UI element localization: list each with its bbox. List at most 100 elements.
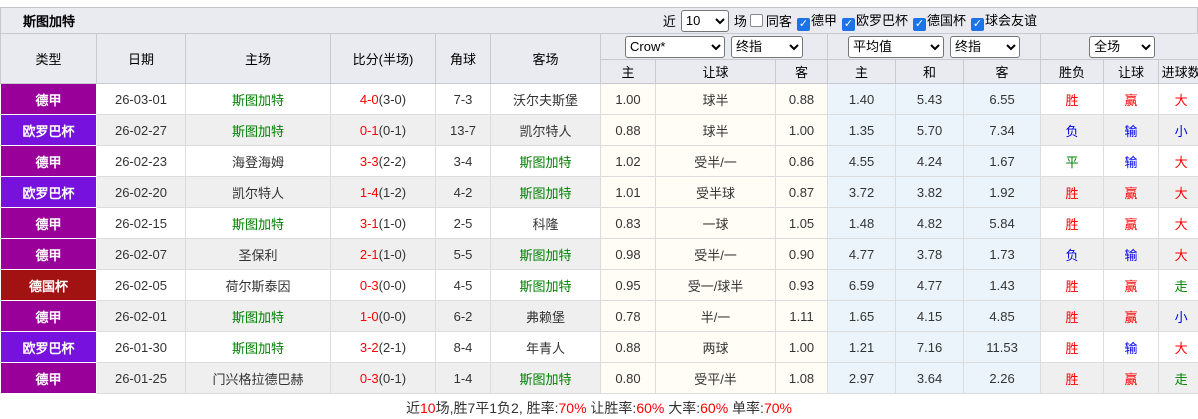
match-row: 欧罗巴杯 26-01-30 斯图加特 3-2(2-1) 8-4 年青人 0.88… xyxy=(0,331,1198,363)
col-header-score: 比分(半场) xyxy=(330,33,436,84)
league-filter-checkbox[interactable]: ✓ xyxy=(841,18,855,31)
match-result: 胜 xyxy=(1040,176,1105,208)
league-filter: ✓ 德国杯 xyxy=(912,13,966,31)
summary-segment: 大率: xyxy=(664,399,701,416)
match-score: 3-2(2-1) xyxy=(330,331,436,363)
goals-result: 大 xyxy=(1158,207,1198,239)
halftime-score: (0-1) xyxy=(378,370,407,386)
asian-home-odds: 1.02 xyxy=(600,145,656,177)
match-table-body: 德甲 26-03-01 斯图加特 4-0(3-0) 7-3 沃尔夫斯堡 1.00… xyxy=(0,83,1198,394)
home-team: 荷尔斯泰因 xyxy=(185,269,331,301)
odds-company-select[interactable]: Crow* xyxy=(625,35,726,58)
fulltime-score: 0-3 xyxy=(359,370,379,386)
same-venue-checkbox[interactable] xyxy=(749,14,763,27)
team-title: 斯图加特 xyxy=(23,14,76,29)
match-score: 1-4(1-2) xyxy=(330,176,436,208)
match-league-badge: 欧罗巴杯 xyxy=(0,114,97,146)
euro-away-odds: 7.34 xyxy=(963,114,1042,146)
handicap-result: 赢 xyxy=(1103,269,1160,301)
match-result: 胜 xyxy=(1040,331,1105,363)
euro-draw-odds: 5.43 xyxy=(895,83,965,115)
col-header-corner: 角球 xyxy=(435,33,491,84)
corner-score: 4-5 xyxy=(435,269,491,301)
euro-home-odds: 1.21 xyxy=(827,331,897,363)
subcol-asian-home: 主 xyxy=(600,59,656,84)
filter-controls: 近 10 场 同客 ✓ 德甲 ✓ 欧罗巴杯 ✓ 德国杯 ✓ 球会友谊 xyxy=(660,9,1197,32)
euro-home-odds: 4.55 xyxy=(827,145,897,177)
league-filter-checkbox[interactable]: ✓ xyxy=(912,18,926,31)
away-team: 科隆 xyxy=(490,207,601,239)
corner-score: 5-5 xyxy=(435,238,491,270)
fulltime-score: 1-4 xyxy=(359,184,379,200)
asian-home-odds: 0.98 xyxy=(600,238,656,270)
halftime-score: (2-2) xyxy=(378,153,407,169)
match-row: 欧罗巴杯 26-02-20 凯尔特人 1-4(1-2) 4-2 斯图加特 1.0… xyxy=(0,176,1198,208)
summary-segment: 60% xyxy=(636,399,665,416)
asian-away-odds: 0.88 xyxy=(774,83,829,115)
league-filter-checkbox[interactable]: ✓ xyxy=(970,18,984,31)
euro-home-odds: 4.77 xyxy=(827,238,897,270)
halftime-score: (0-0) xyxy=(378,308,407,324)
match-score: 3-3(2-2) xyxy=(330,145,436,177)
asian-home-odds: 1.01 xyxy=(600,176,656,208)
match-row: 德甲 26-02-01 斯图加特 1-0(0-0) 6-2 弗赖堡 0.78 半… xyxy=(0,300,1198,332)
halftime-score: (1-2) xyxy=(378,184,407,200)
euro-average-select[interactable]: 平均值 xyxy=(848,35,945,58)
fulltime-select[interactable]: 全场 xyxy=(1089,35,1156,58)
match-league-badge: 德甲 xyxy=(0,145,97,177)
col-header-home: 主场 xyxy=(185,33,331,84)
asian-handicap: 受平/半 xyxy=(655,362,776,394)
asian-odds-group-header: Crow* 终指 xyxy=(599,33,829,60)
league-filter: ✓ 德甲 xyxy=(796,13,837,31)
away-team: 斯图加特 xyxy=(490,176,601,208)
matches-count-select[interactable]: 10 xyxy=(680,9,729,32)
goals-result: 大 xyxy=(1158,331,1198,363)
asian-handicap: 受半/一 xyxy=(655,238,776,270)
asian-away-odds: 1.00 xyxy=(774,114,829,146)
fulltime-score: 0-3 xyxy=(359,277,379,293)
handicap-result: 赢 xyxy=(1103,207,1160,239)
euro-draw-odds: 3.78 xyxy=(895,238,965,270)
summary-segment: 场,胜7平1负2, 胜率: xyxy=(435,399,559,416)
match-date: 26-02-20 xyxy=(96,176,186,208)
asian-handicap: 受半球 xyxy=(655,176,776,208)
euro-away-odds: 11.53 xyxy=(963,331,1042,363)
halftime-score: (2-1) xyxy=(378,339,407,355)
league-filter-label: 德国杯 xyxy=(926,13,966,28)
home-team: 斯图加特 xyxy=(185,207,331,239)
league-filter-checkbox[interactable]: ✓ xyxy=(796,18,810,31)
subcol-asian-handicap: 让球 xyxy=(655,59,776,84)
corner-score: 13-7 xyxy=(435,114,491,146)
euro-home-odds: 1.35 xyxy=(827,114,897,146)
euro-home-odds: 6.59 xyxy=(827,269,897,301)
match-date: 26-02-05 xyxy=(96,269,186,301)
corner-score: 1-4 xyxy=(435,362,491,394)
handicap-result: 赢 xyxy=(1103,362,1160,394)
goals-result: 大 xyxy=(1158,83,1198,115)
away-team: 年青人 xyxy=(490,331,601,363)
asian-handicap: 受一/球半 xyxy=(655,269,776,301)
asian-final-select[interactable]: 终指 xyxy=(731,35,804,58)
match-result: 平 xyxy=(1040,145,1105,177)
match-date: 26-02-07 xyxy=(96,238,186,270)
handicap-result: 输 xyxy=(1103,331,1160,363)
euro-away-odds: 6.55 xyxy=(963,83,1042,115)
stats-panel: 斯图加特 近 10 场 同客 ✓ 德甲 ✓ 欧罗巴杯 ✓ 德国杯 ✓ 球会友谊 类型 日期 主… xyxy=(0,0,1198,419)
home-team: 斯图加特 xyxy=(185,83,331,115)
handicap-result: 输 xyxy=(1103,114,1160,146)
euro-away-odds: 1.73 xyxy=(963,238,1042,270)
match-league-badge: 欧罗巴杯 xyxy=(0,176,97,208)
match-league-badge: 德甲 xyxy=(0,362,97,394)
match-score: 4-0(3-0) xyxy=(330,83,436,115)
away-team: 弗赖堡 xyxy=(490,300,601,332)
halftime-score: (0-1) xyxy=(378,122,407,138)
euro-final-select[interactable]: 终指 xyxy=(950,35,1021,58)
match-row: 德甲 26-02-15 斯图加特 3-1(1-0) 2-5 科隆 0.83 一球… xyxy=(0,207,1198,239)
home-team: 斯图加特 xyxy=(185,331,331,363)
asian-home-odds: 0.88 xyxy=(600,114,656,146)
matches-label: 场 xyxy=(733,14,747,29)
subcol-euro-home: 主 xyxy=(827,59,897,84)
match-league-badge: 德甲 xyxy=(0,238,97,270)
match-result: 胜 xyxy=(1040,83,1105,115)
subcol-asian-away: 客 xyxy=(774,59,829,84)
